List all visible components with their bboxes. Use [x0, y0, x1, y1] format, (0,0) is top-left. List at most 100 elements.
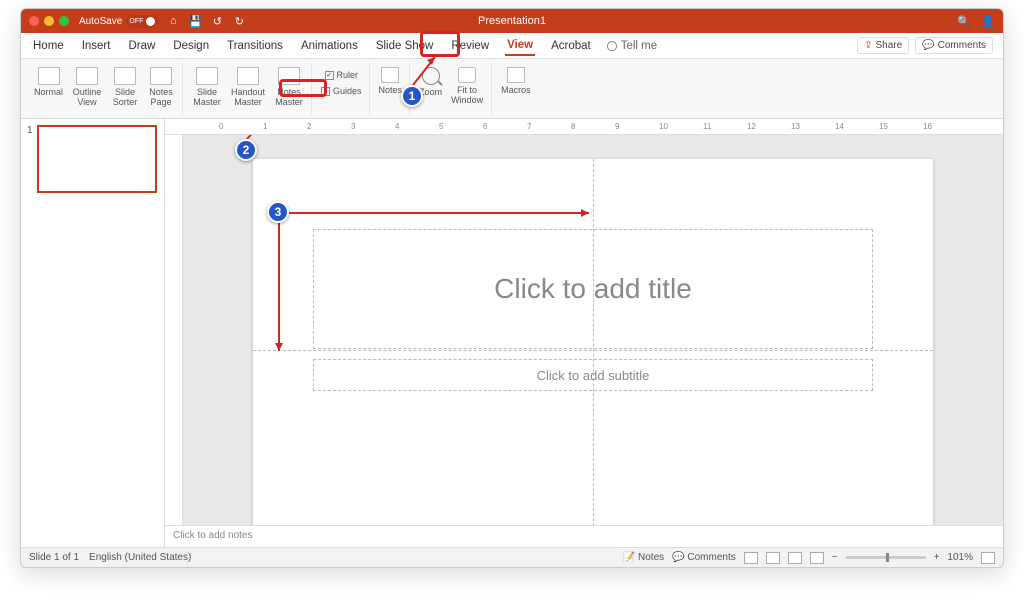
ruler-tick: 14	[835, 122, 844, 131]
tab-home[interactable]: Home	[31, 37, 66, 55]
view-notes-page-button[interactable]: Notes Page	[144, 65, 178, 109]
annotation-arrow-3-right	[289, 211, 599, 221]
tab-animations[interactable]: Animations	[299, 37, 360, 55]
bulb-icon	[607, 41, 617, 51]
annotation-arrow-3-down	[277, 223, 287, 359]
tab-draw[interactable]: Draw	[126, 37, 157, 55]
guides-label: Guides	[333, 86, 362, 96]
workspace: 1 0 1 2 3 4 5 6 7 8 9 10 11 12 13 14 15 …	[21, 119, 1003, 547]
annotation-callout-3: 3	[267, 201, 289, 223]
document-title: Presentation1	[478, 15, 546, 27]
view-slideshow-icon[interactable]	[810, 552, 824, 564]
ruler-tick: 10	[659, 122, 668, 131]
share-label: Share	[876, 40, 903, 51]
tab-view[interactable]: View	[505, 36, 535, 56]
ribbon: Normal Outline View Slide Sorter Notes P…	[21, 59, 1003, 119]
tab-insert[interactable]: Insert	[80, 37, 113, 55]
macros-label: Macros	[501, 85, 531, 95]
window-controls	[29, 16, 69, 26]
share-button[interactable]: ⇪ Share	[857, 37, 909, 54]
view-normal-label: Normal	[34, 87, 63, 97]
subtitle-placeholder[interactable]: Click to add subtitle	[313, 359, 873, 391]
tell-me[interactable]: Tell me	[607, 40, 657, 52]
slide-thumbnail-panel[interactable]: 1	[21, 119, 165, 547]
view-outline-button[interactable]: Outline View	[68, 65, 106, 109]
view-sorter-icon[interactable]	[766, 552, 780, 564]
search-icon[interactable]: 🔍	[957, 14, 971, 28]
home-icon[interactable]: ⌂	[166, 14, 180, 28]
slide-thumbnail-1[interactable]	[37, 125, 157, 193]
title-placeholder-text: Click to add title	[494, 273, 692, 305]
view-sorter-button[interactable]: Slide Sorter	[108, 65, 142, 109]
fit-to-window-button[interactable]: Fit to Window	[447, 65, 487, 107]
annotation-highlight-guides	[279, 79, 327, 97]
thumbnail-number: 1	[27, 125, 33, 193]
status-notes-label: Notes	[638, 552, 664, 563]
zoom-out-button[interactable]: −	[832, 552, 838, 563]
ruler-tick: 15	[879, 122, 888, 131]
status-notes-button[interactable]: 📝 Notes	[623, 552, 664, 563]
ruler-tick: 0	[219, 122, 223, 131]
horizontal-guide[interactable]	[253, 350, 933, 351]
ruler-tick: 2	[307, 122, 311, 131]
save-icon[interactable]: 💾	[188, 14, 202, 28]
maximize-window-icon[interactable]	[59, 16, 69, 26]
ruler-tick: 11	[703, 122, 711, 131]
handout-master-label: Handout Master	[230, 87, 266, 107]
ribbon-group-presentation-views: Normal Outline View Slide Sorter Notes P…	[27, 63, 183, 115]
title-placeholder[interactable]: Click to add title	[313, 229, 873, 349]
autosave-label: AutoSave	[79, 16, 122, 27]
ribbon-tabs: Home Insert Draw Design Transitions Anim…	[21, 33, 1003, 59]
share-icon: ⇪	[864, 40, 872, 51]
status-comments-label: Comments	[687, 552, 735, 563]
ruler-tick: 6	[483, 122, 487, 131]
view-notes-page-label: Notes Page	[147, 87, 175, 107]
ruler-tick: 9	[615, 122, 619, 131]
ruler-tick: 1	[263, 122, 267, 131]
subtitle-placeholder-text: Click to add subtitle	[537, 368, 650, 383]
zoom-percent[interactable]: 101%	[947, 552, 973, 563]
fit-to-window-icon[interactable]	[981, 552, 995, 564]
notes-toggle-label: Notes	[379, 85, 403, 95]
zoom-slider[interactable]	[846, 556, 926, 559]
ruler-tick: 8	[571, 122, 575, 131]
slide-canvas[interactable]: Click to add title Click to add subtitle…	[253, 159, 933, 525]
tab-design[interactable]: Design	[171, 37, 211, 55]
undo-icon[interactable]: ↺	[210, 14, 224, 28]
macros-button[interactable]: Macros	[498, 65, 534, 97]
ruler-label: Ruler	[337, 70, 359, 80]
slide-editor: 0 1 2 3 4 5 6 7 8 9 10 11 12 13 14 15 16	[165, 119, 1003, 547]
ruler-tick: 5	[439, 122, 443, 131]
ruler-checkbox[interactable]: ✓Ruler	[322, 69, 362, 81]
slide-canvas-area[interactable]: 2 Click to add title Click to add subtit…	[183, 135, 1003, 525]
tab-acrobat[interactable]: Acrobat	[549, 37, 593, 55]
comments-label: Comments	[938, 40, 986, 51]
autosave-toggle[interactable]: AutoSave OFF	[79, 15, 158, 28]
view-normal-button[interactable]: Normal	[31, 65, 66, 109]
handout-master-button[interactable]: Handout Master	[227, 65, 269, 109]
titlebar: AutoSave OFF ⌂ 💾 ↺ ↻ Presentation1 🔍 👤	[21, 9, 1003, 33]
redo-icon[interactable]: ↻	[232, 14, 246, 28]
vertical-ruler[interactable]	[165, 135, 183, 525]
close-window-icon[interactable]	[29, 16, 39, 26]
slide-master-label: Slide Master	[192, 87, 222, 107]
tab-transitions[interactable]: Transitions	[225, 37, 285, 55]
annotation-arrow-1	[413, 55, 443, 87]
status-comments-button[interactable]: 💬 Comments	[672, 552, 736, 563]
zoom-in-button[interactable]: +	[934, 552, 940, 563]
view-normal-icon[interactable]	[744, 552, 758, 564]
status-language[interactable]: English (United States)	[89, 552, 191, 563]
notes-placeholder: Click to add notes	[173, 530, 253, 541]
autosave-state: OFF	[129, 18, 143, 25]
horizontal-ruler[interactable]: 0 1 2 3 4 5 6 7 8 9 10 11 12 13 14 15 16	[165, 119, 1003, 135]
comments-button[interactable]: 💬Comments	[915, 37, 993, 54]
account-icon[interactable]: 👤	[981, 14, 995, 28]
annotation-highlight-view-tab	[420, 31, 460, 57]
ruler-tick: 7	[527, 122, 531, 131]
ruler-tick: 3	[351, 122, 355, 131]
notes-pane[interactable]: Click to add notes	[165, 525, 1003, 547]
view-reading-icon[interactable]	[788, 552, 802, 564]
slide-master-button[interactable]: Slide Master	[189, 65, 225, 109]
minimize-window-icon[interactable]	[44, 16, 54, 26]
ruler-tick: 16	[923, 122, 932, 131]
